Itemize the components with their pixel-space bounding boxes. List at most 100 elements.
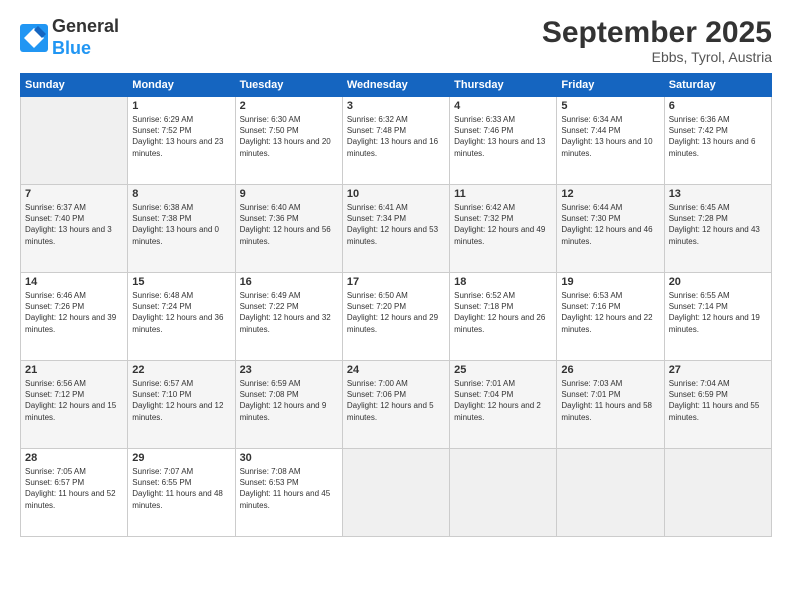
calendar-cell bbox=[21, 97, 128, 185]
day-info: Sunrise: 6:45 AMSunset: 7:28 PMDaylight:… bbox=[669, 202, 767, 247]
calendar-cell bbox=[342, 449, 449, 537]
day-info: Sunrise: 7:03 AMSunset: 7:01 PMDaylight:… bbox=[561, 378, 659, 423]
calendar-cell: 25 Sunrise: 7:01 AMSunset: 7:04 PMDayligh… bbox=[450, 361, 557, 449]
day-number: 24 bbox=[347, 364, 445, 376]
day-number: 1 bbox=[132, 100, 230, 112]
logo-blue: Blue bbox=[52, 38, 91, 58]
day-number: 11 bbox=[454, 188, 552, 200]
calendar-cell: 3 Sunrise: 6:32 AMSunset: 7:48 PMDaylight… bbox=[342, 97, 449, 185]
title-block: September 2025 Ebbs, Tyrol, Austria bbox=[542, 16, 772, 65]
day-number: 27 bbox=[669, 364, 767, 376]
day-info: Sunrise: 7:01 AMSunset: 7:04 PMDaylight:… bbox=[454, 378, 552, 423]
weekday-header-row: SundayMondayTuesdayWednesdayThursdayFrid… bbox=[21, 74, 772, 97]
day-info: Sunrise: 6:32 AMSunset: 7:48 PMDaylight:… bbox=[347, 114, 445, 159]
day-number: 29 bbox=[132, 452, 230, 464]
logo-text: General Blue bbox=[52, 16, 119, 59]
calendar-cell: 12 Sunrise: 6:44 AMSunset: 7:30 PMDayligh… bbox=[557, 185, 664, 273]
weekday-header-tuesday: Tuesday bbox=[235, 74, 342, 97]
day-info: Sunrise: 6:34 AMSunset: 7:44 PMDaylight:… bbox=[561, 114, 659, 159]
day-info: Sunrise: 7:07 AMSunset: 6:55 PMDaylight:… bbox=[132, 466, 230, 511]
calendar-cell: 20 Sunrise: 6:55 AMSunset: 7:14 PMDayligh… bbox=[664, 273, 771, 361]
day-info: Sunrise: 7:04 AMSunset: 6:59 PMDaylight:… bbox=[669, 378, 767, 423]
day-info: Sunrise: 6:37 AMSunset: 7:40 PMDaylight:… bbox=[25, 202, 123, 247]
calendar-cell: 22 Sunrise: 6:57 AMSunset: 7:10 PMDayligh… bbox=[128, 361, 235, 449]
weekday-header-sunday: Sunday bbox=[21, 74, 128, 97]
day-info: Sunrise: 6:42 AMSunset: 7:32 PMDaylight:… bbox=[454, 202, 552, 247]
calendar-cell: 11 Sunrise: 6:42 AMSunset: 7:32 PMDayligh… bbox=[450, 185, 557, 273]
day-info: Sunrise: 6:48 AMSunset: 7:24 PMDaylight:… bbox=[132, 290, 230, 335]
day-info: Sunrise: 6:44 AMSunset: 7:30 PMDaylight:… bbox=[561, 202, 659, 247]
day-number: 5 bbox=[561, 100, 659, 112]
calendar-cell: 9 Sunrise: 6:40 AMSunset: 7:36 PMDaylight… bbox=[235, 185, 342, 273]
weekday-header-thursday: Thursday bbox=[450, 74, 557, 97]
header: General Blue September 2025 Ebbs, Tyrol,… bbox=[20, 16, 772, 65]
day-number: 15 bbox=[132, 276, 230, 288]
day-number: 12 bbox=[561, 188, 659, 200]
logo-icon bbox=[20, 24, 48, 52]
calendar-cell: 26 Sunrise: 7:03 AMSunset: 7:01 PMDayligh… bbox=[557, 361, 664, 449]
day-number: 20 bbox=[669, 276, 767, 288]
day-number: 7 bbox=[25, 188, 123, 200]
day-number: 28 bbox=[25, 452, 123, 464]
weekday-header-saturday: Saturday bbox=[664, 74, 771, 97]
calendar-cell: 10Sunrise: 6:41 AMSunset: 7:34 PMDayligh… bbox=[342, 185, 449, 273]
day-info: Sunrise: 6:29 AMSunset: 7:52 PMDaylight:… bbox=[132, 114, 230, 159]
day-number: 25 bbox=[454, 364, 552, 376]
day-number: 22 bbox=[132, 364, 230, 376]
day-number: 13 bbox=[669, 188, 767, 200]
day-info: Sunrise: 6:56 AMSunset: 7:12 PMDaylight:… bbox=[25, 378, 123, 423]
calendar-cell: 4Sunrise: 6:33 AMSunset: 7:46 PMDaylight… bbox=[450, 97, 557, 185]
calendar-cell bbox=[450, 449, 557, 537]
calendar-cell: 19Sunrise: 6:53 AMSunset: 7:16 PMDayligh… bbox=[557, 273, 664, 361]
day-number: 26 bbox=[561, 364, 659, 376]
day-info: Sunrise: 6:57 AMSunset: 7:10 PMDaylight:… bbox=[132, 378, 230, 423]
weekday-header-friday: Friday bbox=[557, 74, 664, 97]
day-info: Sunrise: 6:40 AMSunset: 7:36 PMDaylight:… bbox=[240, 202, 338, 247]
day-number: 8 bbox=[132, 188, 230, 200]
day-info: Sunrise: 7:00 AMSunset: 7:06 PMDaylight:… bbox=[347, 378, 445, 423]
day-info: Sunrise: 6:36 AMSunset: 7:42 PMDaylight:… bbox=[669, 114, 767, 159]
logo: General Blue bbox=[20, 16, 119, 59]
day-info: Sunrise: 6:46 AMSunset: 7:26 PMDaylight:… bbox=[25, 290, 123, 335]
calendar-cell: 28 Sunrise: 7:05 AMSunset: 6:57 PMDayligh… bbox=[21, 449, 128, 537]
day-info: Sunrise: 6:55 AMSunset: 7:14 PMDaylight:… bbox=[669, 290, 767, 335]
day-info: Sunrise: 6:49 AMSunset: 7:22 PMDaylight:… bbox=[240, 290, 338, 335]
calendar-cell: 1 Sunrise: 6:29 AMSunset: 7:52 PMDaylight… bbox=[128, 97, 235, 185]
week-row-3: 14 Sunrise: 6:46 AMSunset: 7:26 PMDayligh… bbox=[21, 273, 772, 361]
calendar-cell: 5 Sunrise: 6:34 AMSunset: 7:44 PMDaylight… bbox=[557, 97, 664, 185]
calendar-cell: 30 Sunrise: 7:08 AMSunset: 6:53 PMDayligh… bbox=[235, 449, 342, 537]
day-number: 21 bbox=[25, 364, 123, 376]
day-info: Sunrise: 7:05 AMSunset: 6:57 PMDaylight:… bbox=[25, 466, 123, 511]
calendar-cell: 15 Sunrise: 6:48 AMSunset: 7:24 PMDayligh… bbox=[128, 273, 235, 361]
day-number: 30 bbox=[240, 452, 338, 464]
day-number: 3 bbox=[347, 100, 445, 112]
calendar-cell: 2Sunrise: 6:30 AMSunset: 7:50 PMDaylight… bbox=[235, 97, 342, 185]
calendar-cell bbox=[557, 449, 664, 537]
logo-general: General bbox=[52, 16, 119, 36]
weekday-header-monday: Monday bbox=[128, 74, 235, 97]
weekday-header-wednesday: Wednesday bbox=[342, 74, 449, 97]
page: General Blue September 2025 Ebbs, Tyrol,… bbox=[0, 0, 792, 612]
day-number: 6 bbox=[669, 100, 767, 112]
calendar-cell: 27 Sunrise: 7:04 AMSunset: 6:59 PMDayligh… bbox=[664, 361, 771, 449]
week-row-1: 1 Sunrise: 6:29 AMSunset: 7:52 PMDaylight… bbox=[21, 97, 772, 185]
day-number: 9 bbox=[240, 188, 338, 200]
day-number: 4 bbox=[454, 100, 552, 112]
week-row-5: 28 Sunrise: 7:05 AMSunset: 6:57 PMDayligh… bbox=[21, 449, 772, 537]
day-number: 17 bbox=[347, 276, 445, 288]
day-info: Sunrise: 7:08 AMSunset: 6:53 PMDaylight:… bbox=[240, 466, 338, 511]
month-title: September 2025 bbox=[542, 16, 772, 49]
day-number: 18 bbox=[454, 276, 552, 288]
day-number: 23 bbox=[240, 364, 338, 376]
day-info: Sunrise: 6:30 AMSunset: 7:50 PMDaylight:… bbox=[240, 114, 338, 159]
calendar-cell: 17 Sunrise: 6:50 AMSunset: 7:20 PMDayligh… bbox=[342, 273, 449, 361]
day-number: 14 bbox=[25, 276, 123, 288]
calendar-cell: 13 Sunrise: 6:45 AMSunset: 7:28 PMDayligh… bbox=[664, 185, 771, 273]
calendar-table: SundayMondayTuesdayWednesdayThursdayFrid… bbox=[20, 73, 772, 537]
location-title: Ebbs, Tyrol, Austria bbox=[542, 49, 772, 65]
day-info: Sunrise: 6:50 AMSunset: 7:20 PMDaylight:… bbox=[347, 290, 445, 335]
calendar-cell: 8Sunrise: 6:38 AMSunset: 7:38 PMDaylight… bbox=[128, 185, 235, 273]
calendar-cell: 23Sunrise: 6:59 AMSunset: 7:08 PMDayligh… bbox=[235, 361, 342, 449]
week-row-2: 7 Sunrise: 6:37 AMSunset: 7:40 PMDaylight… bbox=[21, 185, 772, 273]
calendar-cell bbox=[664, 449, 771, 537]
